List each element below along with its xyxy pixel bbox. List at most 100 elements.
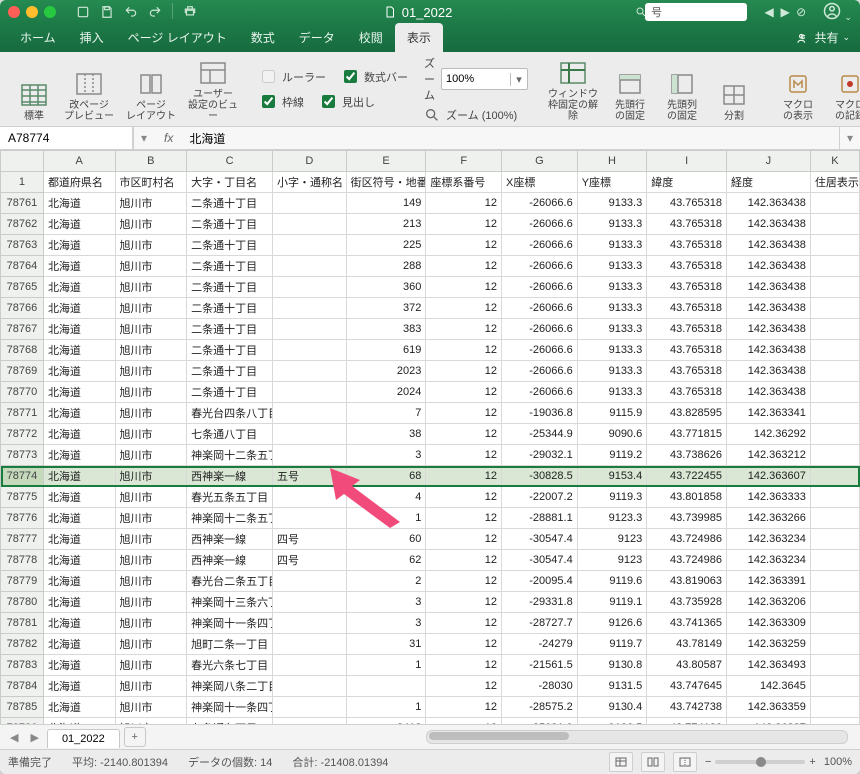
cell[interactable] (272, 298, 346, 319)
column-header[interactable]: K (810, 151, 859, 172)
cell[interactable]: 142.363234 (726, 550, 810, 571)
cell[interactable]: 北海道 (43, 340, 115, 361)
zoom-100-button[interactable]: ズーム (100%) (424, 107, 528, 123)
cell[interactable]: 9130.4 (577, 697, 647, 718)
cell[interactable]: -28727.7 (502, 613, 578, 634)
cell[interactable]: 12 (426, 508, 502, 529)
cell[interactable]: 7 (346, 403, 426, 424)
row-header[interactable]: 78762 (1, 214, 44, 235)
cell[interactable]: -26066.6 (502, 277, 578, 298)
cell[interactable]: 旭川市 (115, 193, 187, 214)
freeze-first-col-button[interactable]: 先頭列 の固定 (656, 68, 708, 124)
cell[interactable]: 旭川市 (115, 655, 187, 676)
row-header[interactable]: 78784 (1, 676, 44, 697)
cell[interactable]: 12 (426, 424, 502, 445)
cell[interactable]: -19036.8 (502, 403, 578, 424)
cell[interactable] (272, 613, 346, 634)
formula-input-wrapper[interactable] (183, 130, 839, 146)
cell[interactable]: 1 (346, 655, 426, 676)
cell[interactable] (272, 361, 346, 382)
tab-page-layout[interactable]: ページ レイアウト (116, 23, 239, 52)
cell[interactable]: 43.765318 (647, 214, 727, 235)
row-header[interactable]: 78767 (1, 319, 44, 340)
column-header[interactable]: G (502, 151, 578, 172)
name-box-dropdown-icon[interactable]: ▾ (133, 127, 154, 149)
cell[interactable] (272, 277, 346, 298)
cell[interactable] (272, 508, 346, 529)
cell[interactable]: 12 (426, 319, 502, 340)
save-icon[interactable] (96, 3, 118, 21)
cell[interactable] (810, 235, 859, 256)
cell[interactable]: 12 (426, 445, 502, 466)
cell[interactable]: 旭川市 (115, 592, 187, 613)
cell[interactable]: 西神楽一線 (187, 550, 273, 571)
search-next-icon[interactable]: ▶ (777, 5, 793, 19)
cell[interactable]: 七条通八丁目 (187, 424, 273, 445)
tab-data[interactable]: データ (287, 23, 347, 52)
cell[interactable]: -25081.9 (502, 718, 578, 725)
row-header[interactable]: 78766 (1, 298, 44, 319)
tab-insert[interactable]: 挿入 (68, 23, 116, 52)
row-header[interactable]: 78782 (1, 634, 44, 655)
cell[interactable] (272, 235, 346, 256)
cell[interactable]: 142.363438 (726, 361, 810, 382)
tab-home[interactable]: ホーム (8, 23, 68, 52)
cell[interactable] (272, 571, 346, 592)
cell[interactable] (272, 193, 346, 214)
cell[interactable]: 旭川市 (115, 718, 187, 725)
cell[interactable]: 12 (426, 193, 502, 214)
view-normal-icon[interactable] (609, 752, 633, 772)
cell[interactable]: 9119.1 (577, 592, 647, 613)
cell[interactable] (810, 487, 859, 508)
cell[interactable]: 142.363438 (726, 193, 810, 214)
cell[interactable]: 旭川市 (115, 529, 187, 550)
cell[interactable]: 1 (346, 697, 426, 718)
chevron-down-icon[interactable]: ▾ (510, 73, 527, 86)
cell[interactable]: 43.765318 (647, 319, 727, 340)
cell[interactable]: -28575.2 (502, 697, 578, 718)
cell[interactable]: 二条通十丁目 (187, 277, 273, 298)
unfreeze-panes-button[interactable]: ウィンドウ 枠固定の解除 (542, 57, 604, 124)
cell[interactable]: 12 (426, 550, 502, 571)
cell[interactable]: 12 (426, 340, 502, 361)
cell[interactable]: 12 (426, 529, 502, 550)
zoom-icon[interactable] (44, 6, 56, 18)
cell[interactable]: 142.36337 (726, 718, 810, 725)
row-header[interactable]: 78778 (1, 550, 44, 571)
cell[interactable] (810, 424, 859, 445)
cell[interactable] (272, 697, 346, 718)
cell[interactable]: 9130.8 (577, 655, 647, 676)
column-header[interactable]: C (187, 151, 273, 172)
cell[interactable]: 4 (346, 487, 426, 508)
cell[interactable]: 旭川市 (115, 445, 187, 466)
view-layout-icon[interactable] (641, 752, 665, 772)
cell[interactable] (346, 676, 426, 697)
cell[interactable]: 43.724986 (647, 550, 727, 571)
cell[interactable]: -21561.5 (502, 655, 578, 676)
cell[interactable]: 142.363438 (726, 256, 810, 277)
cell[interactable]: 142.363438 (726, 319, 810, 340)
cell[interactable]: 北海道 (43, 361, 115, 382)
cell[interactable]: 神楽岡八条二丁目 (187, 676, 273, 697)
row-header[interactable]: 78786 (1, 718, 44, 725)
view-macros-button[interactable]: マクロ の表示 (772, 68, 824, 124)
cell[interactable] (810, 697, 859, 718)
select-all-corner[interactable] (1, 151, 44, 172)
cell[interactable]: 213 (346, 214, 426, 235)
cell[interactable]: 43.765318 (647, 256, 727, 277)
cell[interactable]: 北海道 (43, 382, 115, 403)
grid-area[interactable]: ABCDEFGHIJK 1都道府県名市区町村名大字・丁目名小字・通称名街区符号・… (0, 150, 860, 724)
cell[interactable]: 9123 (577, 550, 647, 571)
header-cell[interactable]: 緯度 (647, 172, 727, 193)
cell[interactable]: 9133.3 (577, 193, 647, 214)
print-icon[interactable] (179, 3, 201, 21)
cell[interactable] (810, 634, 859, 655)
row-header[interactable]: 78774 (1, 466, 44, 487)
header-cell[interactable]: 経度 (726, 172, 810, 193)
cell[interactable]: 62 (346, 550, 426, 571)
column-header[interactable]: J (726, 151, 810, 172)
cell[interactable]: 12 (426, 361, 502, 382)
cell[interactable] (810, 319, 859, 340)
cell[interactable] (810, 592, 859, 613)
row-header[interactable]: 78768 (1, 340, 44, 361)
